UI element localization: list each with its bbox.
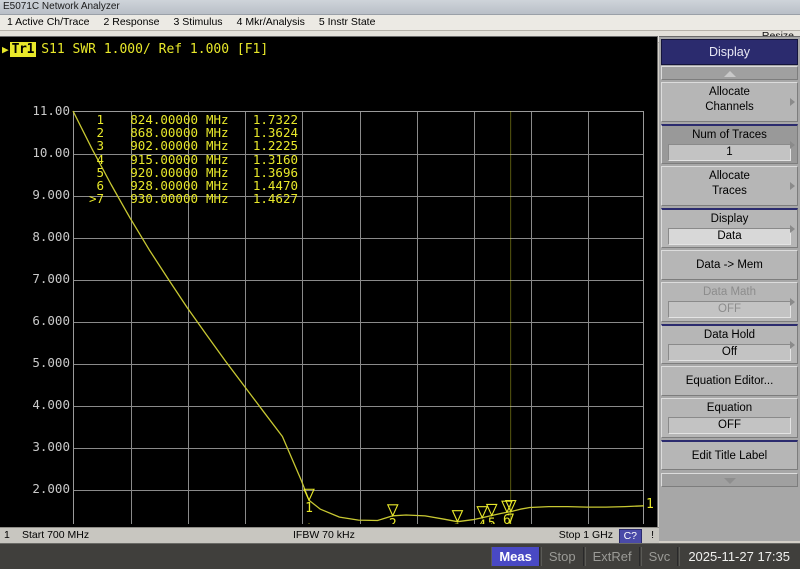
softkey-label: Display [710, 213, 749, 225]
softkey-value[interactable]: 1 [668, 144, 791, 161]
softkey-label: Data Hold [703, 329, 756, 341]
status-extref-indicator[interactable]: ExtRef [584, 547, 640, 566]
menu-item-mkr-analysis[interactable]: 4 Mkr/Analysis [230, 15, 312, 30]
softkey-label: Data Math [702, 286, 757, 298]
marker-index: 4 [96, 151, 104, 167]
softkey-value[interactable]: Data [668, 228, 791, 245]
marker-frequency: 930.00000 [130, 191, 198, 207]
trace-right-label: 1 [646, 496, 654, 512]
instrument-status-bar: 1 Start 700 MHz IFBW 70 kHz Stop 1 GHz C… [0, 527, 659, 544]
softkey-label: Num of Traces [692, 129, 767, 141]
window-titlebar: E5071C Network Analyzer [0, 0, 800, 15]
marker-value: 1.3160 [252, 151, 298, 167]
chevron-down-icon [723, 478, 736, 484]
softkey-data-mem[interactable]: Data -> Mem [661, 250, 798, 280]
softkey-value[interactable]: OFF [668, 301, 791, 318]
bottom-status-bar: Meas Stop ExtRef Svc 2025-11-27 17:35 [0, 543, 800, 569]
softkey-label: Allocate [709, 86, 750, 98]
marker-index: 3 [96, 138, 104, 154]
status-start-frequency[interactable]: Start 700 MHz [22, 529, 89, 541]
status-stop-indicator[interactable]: Stop [540, 547, 584, 566]
marker-unit: MHz [206, 151, 229, 167]
window-title: E5071C Network Analyzer [3, 1, 120, 12]
status-stop-frequency[interactable]: Stop 1 GHz [559, 529, 613, 541]
menubar: 1 Active Ch/Trace 2 Response 3 Stimulus … [0, 15, 800, 31]
softkey-label: Data -> Mem [696, 259, 763, 271]
chevron-right-icon [790, 98, 795, 106]
softkey-label: Equation [706, 402, 753, 414]
marker-table[interactable]: 1 824.00000 MHz 1.7322 2 868.00000 MHz 1.3624 3 9… [78, 113, 298, 206]
chevron-right-icon [790, 340, 795, 349]
softkey-allocate[interactable]: Allocate Traces [661, 166, 798, 206]
softkey-label: Allocate [709, 170, 750, 182]
softkey-label: Edit Title Label [691, 450, 768, 462]
marker-frequency: 915.00000 [130, 151, 198, 167]
softkey-menu-title: Display [661, 39, 798, 65]
softkey-label-line2: Traces [712, 185, 747, 197]
softkey-label: Equation Editor... [685, 375, 774, 387]
softkey-value[interactable]: OFF [668, 417, 791, 434]
marker-unit: MHz [206, 191, 229, 207]
chevron-right-icon [790, 224, 795, 233]
softkey-equation[interactable]: Equation OFF [661, 398, 798, 438]
status-warning-badge[interactable]: ! [651, 529, 654, 541]
marker-frequency: 902.00000 [130, 138, 198, 154]
chevron-right-icon [790, 298, 795, 306]
marker-glyph-1[interactable]: 1 [303, 488, 315, 516]
softkey-edit-title-label[interactable]: Edit Title Label [661, 440, 798, 470]
softkey-list: Allocate Channels Num of Traces 1 Allocate Tr… [659, 82, 800, 470]
marker-index: >7 [88, 191, 104, 207]
menu-item-response[interactable]: 2 Response [96, 15, 166, 30]
svg-text:1: 1 [305, 501, 313, 516]
menu-item-stimulus[interactable]: 3 Stimulus [167, 15, 230, 30]
marker-value: 1.2225 [252, 138, 298, 154]
marker-value: 1.4627 [252, 191, 298, 207]
softkey-value[interactable]: Off [668, 344, 791, 361]
softkey-scroll-up[interactable] [661, 66, 798, 80]
chevron-right-icon [790, 182, 795, 190]
marker-table-row[interactable]: >7 930.00000 MHz 1.4627 [78, 192, 298, 205]
status-meas-indicator[interactable]: Meas [491, 547, 540, 566]
status-svc-indicator[interactable]: Svc [640, 547, 679, 566]
status-cal-badge[interactable]: C? [618, 529, 642, 544]
status-clock: 2025-11-27 17:35 [679, 547, 798, 566]
marker-table-row[interactable]: 4 915.00000 MHz 1.3160 [78, 151, 298, 167]
chevron-up-icon [723, 71, 736, 77]
softkey-allocate[interactable]: Allocate Channels [661, 82, 798, 122]
menu-item-active-ch-trace[interactable]: 1 Active Ch/Trace [0, 15, 96, 30]
softkey-data-math[interactable]: Data Math OFF [661, 282, 798, 322]
status-channel-number: 1 [4, 529, 10, 541]
softkey-panel[interactable]: Display Allocate Channels Num of Traces 1 Al… [659, 36, 800, 541]
softkey-label-line2: Channels [705, 101, 754, 113]
status-ifbw[interactable]: IFBW 70 kHz [293, 529, 355, 541]
softkey-display[interactable]: Display Data [661, 208, 798, 248]
instrument-display[interactable]: ▶ Tr1 S11 SWR 1.000/ Ref 1.000 [F1] 11.0… [0, 36, 658, 541]
menu-item-instr-state[interactable]: 5 Instr State [312, 15, 383, 30]
softkey-equation-editor[interactable]: Equation Editor... [661, 366, 798, 396]
marker-table-row[interactable]: 3 902.00000 MHz 1.2225 [78, 139, 298, 152]
softkey-data-hold[interactable]: Data Hold Off [661, 324, 798, 364]
marker-unit: MHz [206, 138, 229, 154]
softkey-num-of-traces[interactable]: Num of Traces 1 [661, 124, 798, 164]
chevron-right-icon [790, 140, 795, 149]
softkey-scroll-down[interactable] [661, 473, 798, 487]
